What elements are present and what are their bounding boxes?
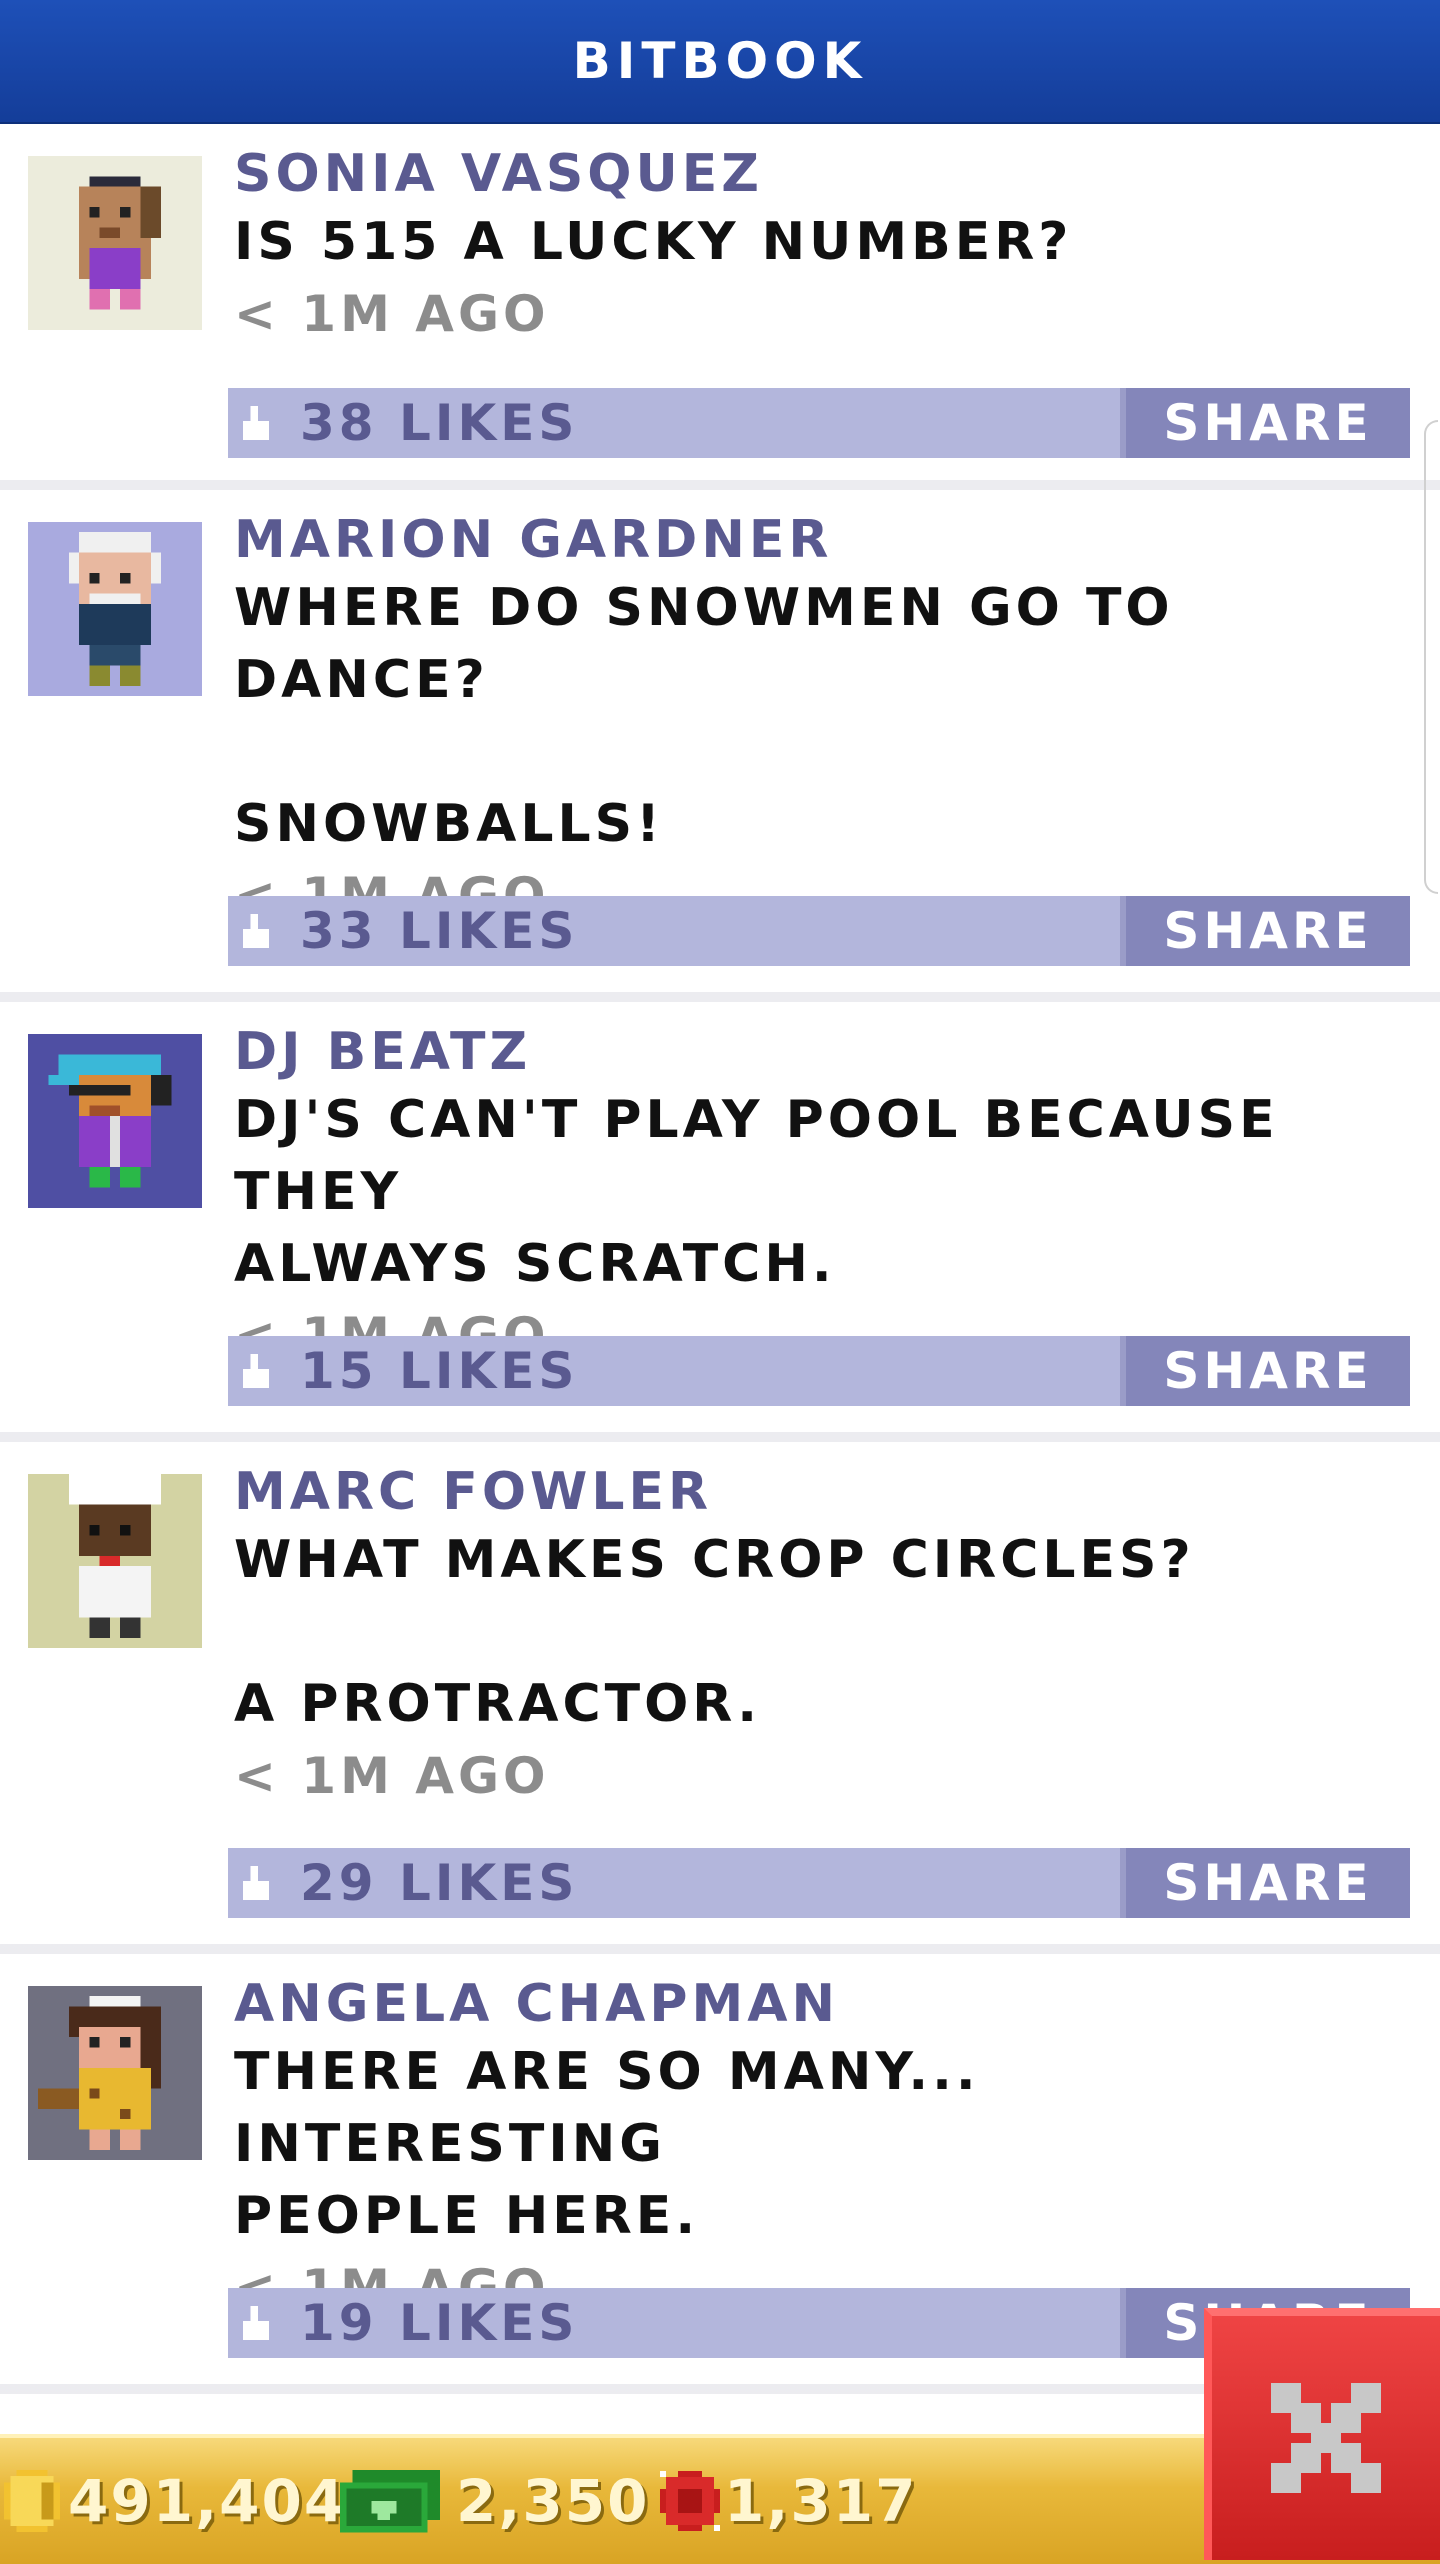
post-message: DJ'S CAN'T PLAY POOL BECAUSE THEY ALWAYS… [234, 1090, 1279, 1294]
coin-icon [4, 2470, 60, 2532]
scrollbar[interactable] [1424, 420, 1438, 894]
thumbs-up-icon[interactable] [242, 406, 270, 440]
avatar [28, 1474, 202, 1648]
post-message: WHERE DO SNOWMEN GO TO DANCE? SNOWBALLS! [234, 578, 1174, 854]
post-author[interactable]: SONIA VASQUEZ [234, 142, 1414, 206]
share-button[interactable]: SHARE [1120, 1848, 1410, 1918]
post-author[interactable]: ANGELA CHAPMAN [234, 1972, 1414, 2036]
post-time: < 1M AGO [234, 285, 550, 343]
post-author[interactable]: MARC FOWLER [234, 1460, 1414, 1524]
tokens-value: 1,317 [724, 2467, 918, 2535]
app-title: BITBOOK [572, 32, 868, 90]
share-button[interactable]: SHARE [1120, 1336, 1410, 1406]
likes-count: 33 LIKES [300, 902, 579, 960]
post-item: MARION GARDNER WHERE DO SNOWMEN GO TO DA… [0, 490, 1440, 1002]
coins-value: 491,404 [68, 2467, 347, 2535]
post-body: DJ BEATZ DJ'S CAN'T PLAY POOL BECAUSE TH… [234, 1020, 1414, 1372]
like-bar: 38 LIKES SHARE [228, 388, 1410, 458]
thumbs-up-icon[interactable] [242, 2306, 270, 2340]
post-author[interactable]: DJ BEATZ [234, 1020, 1414, 1084]
post-item: DJ BEATZ DJ'S CAN'T PLAY POOL BECAUSE TH… [0, 1002, 1440, 1442]
post-body: SONIA VASQUEZ IS 515 A LUCKY NUMBER? < 1… [234, 142, 1414, 350]
avatar [28, 1034, 202, 1208]
post-author[interactable]: MARION GARDNER [234, 508, 1414, 572]
thumbs-up-icon[interactable] [242, 1354, 270, 1388]
post-feed[interactable]: SONIA VASQUEZ IS 515 A LUCKY NUMBER? < 1… [0, 124, 1440, 2394]
avatar [28, 522, 202, 696]
bux-value: 2,350 [456, 2467, 650, 2535]
post-message: WHAT MAKES CROP CIRCLES? A PROTRACTOR. [234, 1530, 1195, 1734]
post-time: < 1M AGO [234, 1747, 550, 1805]
likes-count: 38 LIKES [300, 394, 579, 452]
app-header: BITBOOK [0, 0, 1440, 124]
like-bar: 33 LIKES SHARE [228, 896, 1410, 966]
like-bar: 29 LIKES SHARE [228, 1848, 1410, 1918]
close-x-icon [1271, 2383, 1381, 2493]
thumbs-up-icon[interactable] [242, 1866, 270, 1900]
bux-bill-icon [340, 2469, 440, 2533]
likes-count: 29 LIKES [300, 1854, 579, 1912]
post-message: THERE ARE SO MANY... INTERESTING PEOPLE … [234, 2042, 980, 2246]
bux-stat: 2,350 [340, 2438, 649, 2564]
post-body: MARC FOWLER WHAT MAKES CROP CIRCLES? A P… [234, 1460, 1414, 1812]
coins-stat: 491,404 [4, 2438, 346, 2564]
post-body: ANGELA CHAPMAN THERE ARE SO MANY... INTE… [234, 1972, 1414, 2324]
avatar [28, 156, 202, 330]
post-message: IS 515 A LUCKY NUMBER? [234, 212, 1073, 272]
likes-count: 19 LIKES [300, 2294, 579, 2352]
post-item: SONIA VASQUEZ IS 515 A LUCKY NUMBER? < 1… [0, 124, 1440, 490]
post-body: MARION GARDNER WHERE DO SNOWMEN GO TO DA… [234, 508, 1414, 932]
like-bar: 15 LIKES SHARE [228, 1336, 1410, 1406]
thumbs-up-icon[interactable] [242, 914, 270, 948]
likes-count: 15 LIKES [300, 1342, 579, 1400]
share-button[interactable]: SHARE [1120, 388, 1410, 458]
share-button[interactable]: SHARE [1120, 896, 1410, 966]
token-icon [660, 2471, 720, 2531]
close-button[interactable] [1204, 2308, 1440, 2560]
avatar [28, 1986, 202, 2160]
tokens-stat: 1,317 [660, 2438, 917, 2564]
post-item: MARC FOWLER WHAT MAKES CROP CIRCLES? A P… [0, 1442, 1440, 1954]
